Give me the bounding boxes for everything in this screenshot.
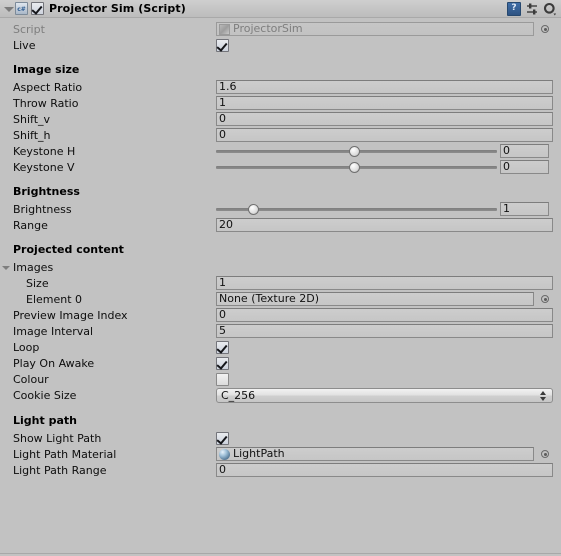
row-light-path-range: Light Path Range 0 <box>0 462 561 478</box>
section-brightness: Brightness <box>13 184 80 198</box>
row-image-interval: Image Interval 5 <box>0 323 561 339</box>
label-images[interactable]: Images <box>0 261 216 274</box>
component-enabled-checkbox[interactable] <box>31 2 44 15</box>
row-throw-ratio: Throw Ratio 1 <box>0 95 561 111</box>
slider-knob[interactable] <box>348 162 360 173</box>
slider-knob[interactable] <box>247 204 259 215</box>
label-preview-image-index: Preview Image Index <box>13 308 128 322</box>
throw-ratio-input[interactable]: 1 <box>216 96 553 110</box>
label-element-0: Element 0 <box>26 292 83 306</box>
section-projected-content: Projected content <box>13 242 124 256</box>
row-shift-v: Shift_v 0 <box>0 111 561 127</box>
row-colour: Colour <box>0 371 561 387</box>
label-size: Size <box>26 276 49 290</box>
panel-bottom-divider <box>0 553 561 554</box>
label-colour: Colour <box>13 372 49 386</box>
header-icon-group <box>507 2 557 16</box>
material-sphere-icon <box>219 448 230 460</box>
element-0-object-field[interactable]: None (Texture 2D) <box>216 292 534 306</box>
live-checkbox[interactable] <box>216 38 229 52</box>
row-preview-image-index: Preview Image Index 0 <box>0 307 561 323</box>
row-element-0: Element 0 None (Texture 2D) <box>0 291 561 307</box>
row-loop: Loop <box>0 339 561 355</box>
label-throw-ratio: Throw Ratio <box>13 96 79 110</box>
loop-checkbox[interactable] <box>216 340 229 354</box>
label-loop: Loop <box>13 340 40 354</box>
component-header[interactable]: c# Projector Sim (Script) <box>0 0 561 18</box>
shift-h-input[interactable]: 0 <box>216 128 553 142</box>
row-keystone-h: Keystone H 0 <box>0 143 561 159</box>
element-0-object-picker-icon[interactable] <box>539 293 552 306</box>
images-label-text: Images <box>13 260 54 274</box>
row-live: Live <box>0 37 561 53</box>
label-image-interval: Image Interval <box>13 324 94 338</box>
keystone-v-slider[interactable] <box>216 160 497 174</box>
inspector-panel: c# Projector Sim (Script) ? Script Proje… <box>0 0 561 556</box>
cookie-size-dropdown[interactable]: C_256 <box>216 388 553 403</box>
keystone-v-input[interactable]: 0 <box>500 160 549 174</box>
colour-swatch[interactable] <box>216 372 229 386</box>
row-images[interactable]: Images <box>0 259 561 275</box>
row-shift-h: Shift_h 0 <box>0 127 561 143</box>
label-range: Range <box>13 218 48 232</box>
label-light-path-material: Light Path Material <box>13 447 117 461</box>
row-range: Range 20 <box>0 217 561 233</box>
script-value: ProjectorSim <box>233 22 303 35</box>
label-shift-v: Shift_v <box>13 112 51 126</box>
label-keystone-v: Keystone V <box>13 160 75 174</box>
gear-icon[interactable] <box>543 2 557 16</box>
light-path-material-value: LightPath <box>233 447 285 460</box>
row-cookie-size: Cookie Size C_256 <box>0 387 561 404</box>
component-foldout-icon[interactable] <box>2 3 14 15</box>
image-interval-input[interactable]: 5 <box>216 324 553 338</box>
play-on-awake-checkbox[interactable] <box>216 356 229 370</box>
component-title: Projector Sim (Script) <box>49 2 186 15</box>
label-cookie-size: Cookie Size <box>13 389 77 402</box>
row-play-on-awake: Play On Awake <box>0 355 561 371</box>
label-aspect-ratio: Aspect Ratio <box>13 80 83 94</box>
preset-icon[interactable] <box>525 2 539 16</box>
row-script: Script ProjectorSim <box>0 21 561 37</box>
light-path-material-object-picker-icon[interactable] <box>539 448 552 461</box>
row-size: Size 1 <box>0 275 561 291</box>
script-asset-icon <box>219 23 230 35</box>
shift-v-input[interactable]: 0 <box>216 112 553 126</box>
show-light-path-checkbox[interactable] <box>216 431 229 445</box>
script-object-picker-icon[interactable] <box>539 23 552 36</box>
help-icon[interactable] <box>507 2 521 16</box>
range-input[interactable]: 20 <box>216 218 553 232</box>
script-object-field[interactable]: ProjectorSim <box>216 22 534 36</box>
csharp-script-icon: c# <box>15 2 28 15</box>
aspect-ratio-input[interactable]: 1.6 <box>216 80 553 94</box>
row-aspect-ratio: Aspect Ratio 1.6 <box>0 79 561 95</box>
slider-knob[interactable] <box>348 146 360 157</box>
preview-image-index-input[interactable]: 0 <box>216 308 553 322</box>
keystone-h-input[interactable]: 0 <box>500 144 549 158</box>
label-play-on-awake: Play On Awake <box>13 356 95 370</box>
row-show-light-path: Show Light Path <box>0 430 561 446</box>
label-light-path-range: Light Path Range <box>13 463 107 477</box>
brightness-input[interactable]: 1 <box>500 202 549 216</box>
label-show-light-path: Show Light Path <box>13 431 102 445</box>
label-brightness: Brightness <box>13 202 72 216</box>
label-keystone-h: Keystone H <box>13 144 76 158</box>
keystone-h-slider[interactable] <box>216 144 497 158</box>
images-foldout-icon[interactable] <box>2 265 10 270</box>
row-brightness: Brightness 1 <box>0 201 561 217</box>
row-light-path-material: Light Path Material LightPath <box>0 446 561 462</box>
light-path-range-input[interactable]: 0 <box>216 463 553 477</box>
label-shift-h: Shift_h <box>13 128 51 142</box>
label-script: Script <box>13 22 45 36</box>
section-light-path: Light path <box>13 413 77 427</box>
cookie-size-value: C_256 <box>221 389 256 402</box>
light-path-material-object-field[interactable]: LightPath <box>216 447 534 461</box>
row-keystone-v: Keystone V 0 <box>0 159 561 175</box>
brightness-slider[interactable] <box>216 202 497 216</box>
section-image-size: Image size <box>13 62 80 76</box>
chevron-updown-icon <box>540 391 547 401</box>
size-input[interactable]: 1 <box>216 276 553 290</box>
label-live: Live <box>13 38 36 52</box>
